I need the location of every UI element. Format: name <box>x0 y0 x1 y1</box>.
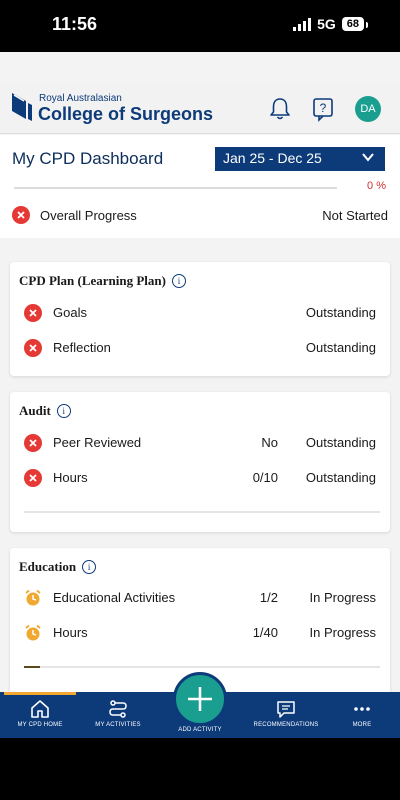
overall-progress-row: Overall Progress Not Started <box>12 206 388 226</box>
nav-my-activities[interactable]: MY ACTIVITIES <box>82 692 154 738</box>
row-value: No <box>261 435 278 450</box>
error-x-icon <box>24 434 42 452</box>
card-title-text: Education <box>19 559 77 574</box>
nav-label: MY ACTIVITIES <box>95 722 141 728</box>
battery-icon: 68 <box>341 17 369 31</box>
audit-progress-bar <box>24 511 380 513</box>
row-status: Outstanding <box>305 470 376 485</box>
nav-label: MY CPD HOME <box>17 722 63 728</box>
row-value: 1/40 <box>252 625 278 640</box>
home-indicator-area <box>0 738 400 800</box>
nav-label: MORE <box>352 722 372 728</box>
row-status: Outstanding <box>305 340 376 355</box>
row-label: Hours <box>53 625 88 640</box>
list-item-reflection[interactable]: Reflection Outstanding <box>24 338 376 358</box>
audit-card[interactable]: Audit i Peer Reviewed No Outstanding Hou… <box>10 392 390 532</box>
error-x-icon <box>24 304 42 322</box>
logo-subtitle: Royal Australasian <box>39 93 122 104</box>
info-icon[interactable]: i <box>56 404 71 418</box>
row-label: Peer Reviewed <box>53 435 142 450</box>
error-x-icon <box>24 339 42 357</box>
nav-my-cpd-home[interactable]: MY CPD HOME <box>4 692 76 738</box>
row-status: Outstanding <box>305 305 376 320</box>
card-title-text: CPD Plan (Learning Plan) <box>19 273 166 288</box>
list-item-goals[interactable]: Goals Outstanding <box>24 303 376 323</box>
signal-icon <box>293 17 312 31</box>
status-indicators: 5G 68 <box>293 16 369 32</box>
add-activity-button[interactable] <box>173 672 227 726</box>
clock-icon <box>25 624 41 641</box>
dashboard-section: My CPD Dashboard Jan 25 - Dec 25 0 % Ove… <box>0 135 400 238</box>
row-label: Reflection <box>53 340 111 355</box>
info-icon[interactable]: i <box>82 560 97 574</box>
row-label: Educational Activities <box>53 590 176 605</box>
error-x-icon <box>24 469 42 487</box>
card-title: Education i <box>19 559 97 575</box>
more-dots-icon <box>354 707 370 711</box>
education-progress-fill <box>24 666 40 668</box>
row-label: Goals <box>53 305 87 320</box>
overall-progress-bar <box>14 187 337 189</box>
row-label: Hours <box>53 470 88 485</box>
plus-icon <box>188 687 212 711</box>
overall-progress-status: Not Started <box>322 208 388 223</box>
status-bar: 11:56 5G 68 <box>0 0 400 52</box>
network-type: 5G <box>317 16 336 32</box>
route-icon <box>109 700 127 718</box>
avatar[interactable]: DA <box>355 96 381 122</box>
education-progress-bar <box>24 666 380 668</box>
nav-label: ADD ACTIVITY <box>178 727 222 733</box>
row-status: In Progress <box>309 625 376 640</box>
card-title-text: Audit <box>19 403 51 418</box>
list-item-peer-reviewed[interactable]: Peer Reviewed No Outstanding <box>24 433 376 453</box>
list-item-education-hours[interactable]: Hours 1/40 In Progress <box>24 623 376 643</box>
error-x-icon <box>12 206 30 224</box>
help-icon[interactable]: ? <box>310 96 336 122</box>
svg-text:?: ? <box>320 101 327 115</box>
list-item-educational-activities[interactable]: Educational Activities 1/2 In Progress <box>24 588 376 608</box>
home-icon <box>31 700 49 718</box>
date-range-value: Jan 25 - Dec 25 <box>223 150 322 166</box>
clock-icon <box>25 589 41 606</box>
row-value: 1/2 <box>259 590 278 605</box>
page-title: My CPD Dashboard <box>12 149 164 168</box>
row-value: 0/10 <box>252 470 278 485</box>
info-icon[interactable]: i <box>171 274 186 288</box>
date-range-select[interactable]: Jan 25 - Dec 25 <box>215 147 385 171</box>
overall-progress-label: Overall Progress <box>40 208 137 223</box>
list-item-hours[interactable]: Hours 0/10 Outstanding <box>24 468 376 488</box>
logo-title: College of Surgeons <box>38 104 214 124</box>
card-title: Audit i <box>19 403 71 419</box>
status-time: 11:56 <box>52 14 98 34</box>
app-header: Royal Australasian College of Surgeons ?… <box>0 82 400 134</box>
card-title: CPD Plan (Learning Plan) i <box>19 273 186 289</box>
college-logo-icon <box>12 93 32 121</box>
bell-icon[interactable] <box>267 96 293 122</box>
nav-label: RECOMMENDATIONS <box>253 722 319 728</box>
row-status: Outstanding <box>305 435 376 450</box>
nav-recommendations[interactable]: RECOMMENDATIONS <box>246 692 326 738</box>
chevron-down-icon <box>362 153 374 162</box>
progress-percent: 0 % <box>367 180 386 192</box>
row-status: In Progress <box>309 590 376 605</box>
cpd-plan-card[interactable]: CPD Plan (Learning Plan) i Goals Outstan… <box>10 262 390 376</box>
nav-more[interactable]: MORE <box>332 692 392 738</box>
chat-icon <box>277 701 295 718</box>
